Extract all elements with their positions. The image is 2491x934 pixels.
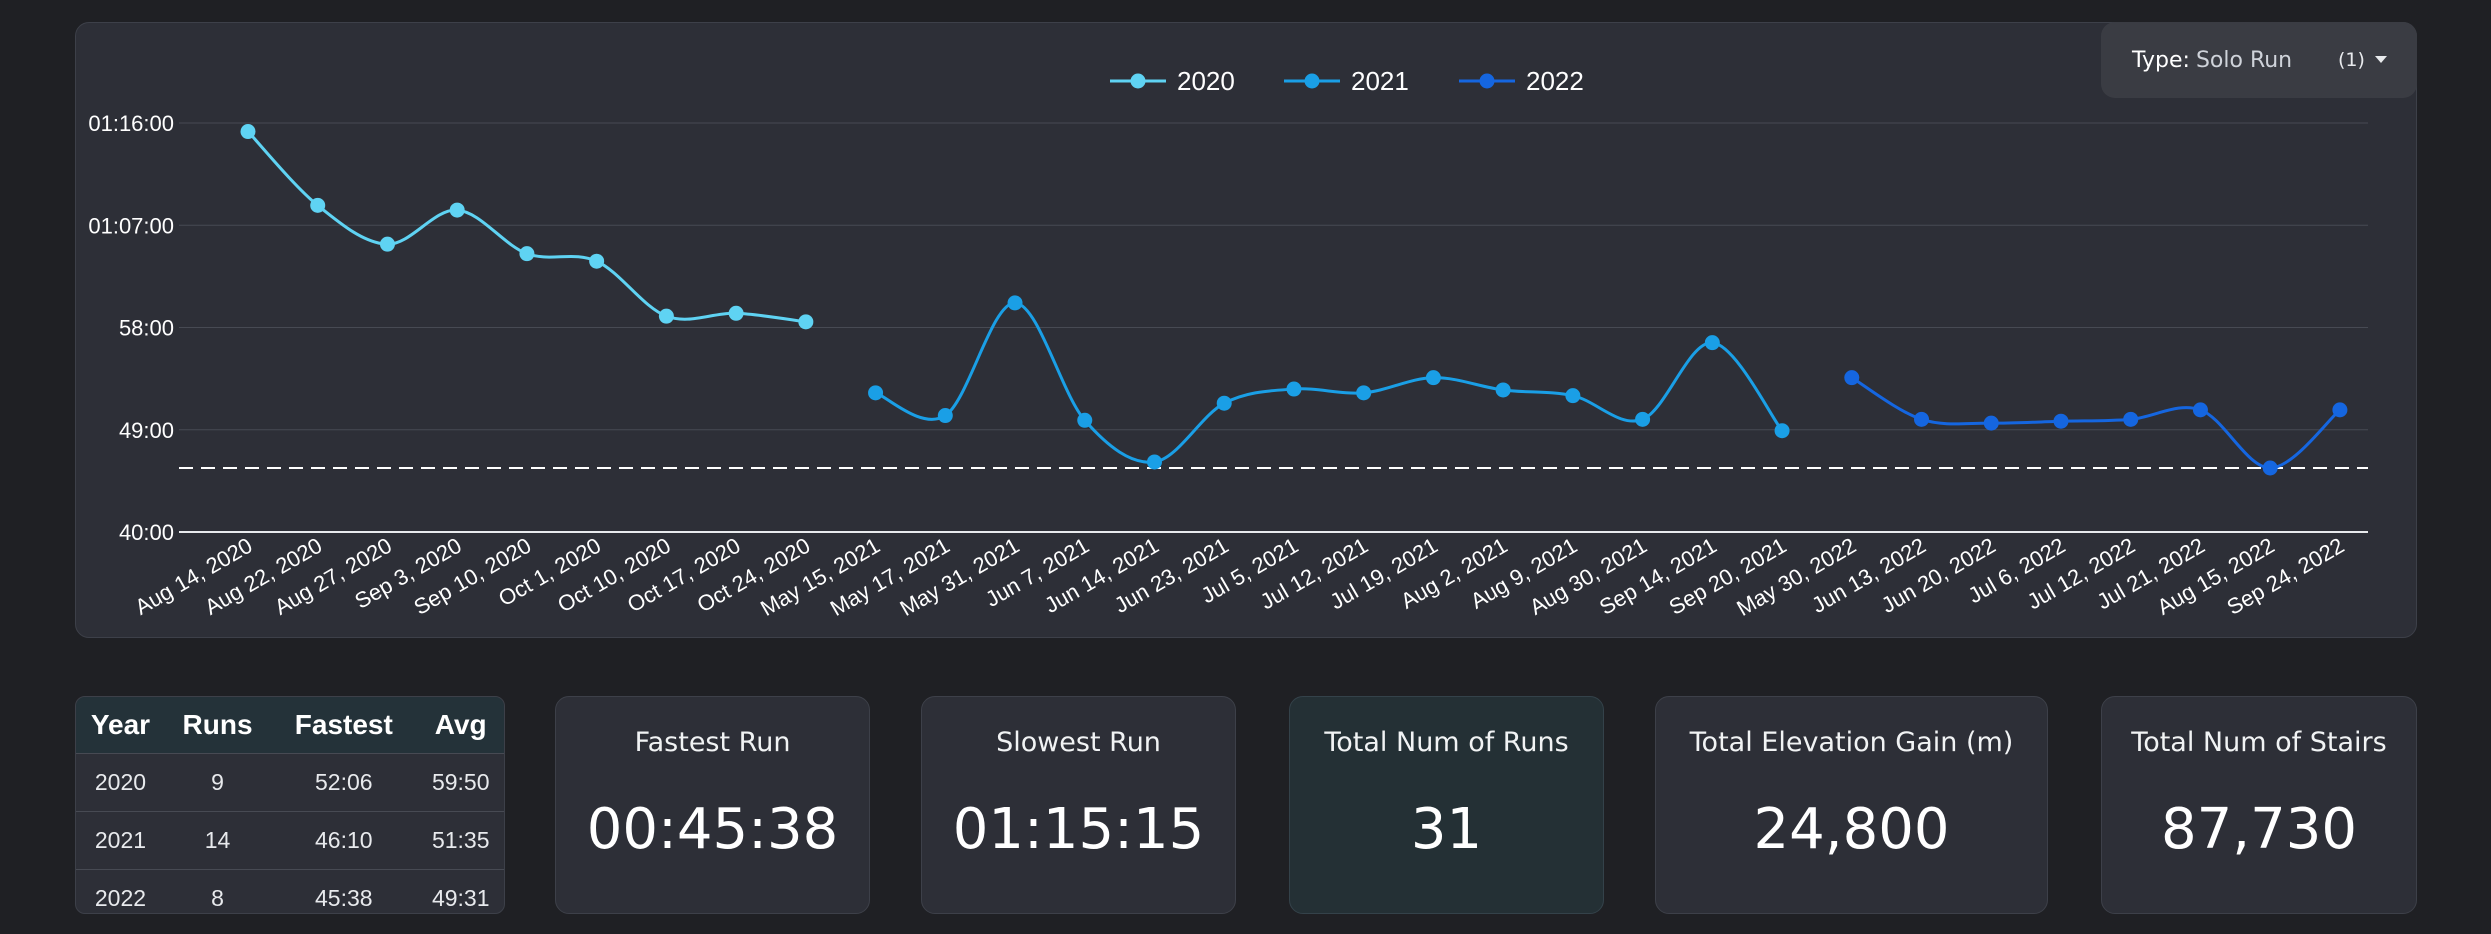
legend-item-2020[interactable]: 2020 [1110,66,1235,96]
series-2021 [868,295,1790,470]
y-tick-label: 49:00 [119,418,174,443]
line-chart: 40:0049:0058:0001:07:0001:16:00Aug 14, 2… [88,66,2368,621]
kpi-card-elevation-gain: Total Elevation Gain (m) 24,800 [1655,696,2048,914]
table-cell-avg: 49:31 [417,869,504,913]
data-point [1914,411,1930,427]
data-point [1146,454,1162,470]
data-point [1704,335,1720,351]
data-point [1635,411,1651,427]
series-line-2021 [874,301,1784,464]
table-cell-runs: 14 [164,811,271,870]
y-tick-label: 58:00 [119,316,174,341]
summary-table: Year Runs Fastest Avg 2020 9 52:06 59:50… [76,697,504,913]
legend-item-2021[interactable]: 2021 [1284,66,1409,96]
data-point [2123,411,2139,427]
table-cell-year: 2020 [76,753,165,812]
kpi-value: 01:15:15 [952,797,1205,862]
kpi-card-total-runs: Total Num of Runs 31 [1289,696,1604,914]
table-cell-runs: 9 [164,753,271,812]
data-point [240,124,256,140]
data-point [1565,388,1581,404]
type-filter-count: (1) [2338,49,2365,71]
type-filter-dropdown[interactable]: Type: Solo Run (1) [2101,22,2417,98]
kpi-card-slowest-run: Slowest Run 01:15:15 [921,696,1236,914]
legend-label: 2020 [1177,66,1235,96]
table-row: 2022 8 45:38 49:31 [76,869,504,913]
table-cell-fastest: 46:10 [270,811,418,870]
data-point [2192,402,2208,418]
type-filter-label: Type: [2132,47,2190,73]
data-point [2332,402,2348,418]
data-point [937,408,953,424]
data-point [2053,413,2069,429]
column-header-year[interactable]: Year [76,697,165,754]
kpi-card-fastest-run: Fastest Run 00:45:38 [555,696,870,914]
table-cell-fastest: 45:38 [270,869,418,913]
data-point [728,305,744,321]
legend-item-2022[interactable]: 2022 [1459,66,1584,96]
column-header-fastest[interactable]: Fastest [270,697,418,754]
legend-label: 2021 [1351,66,1409,96]
table-cell-avg: 59:50 [417,753,504,812]
data-point [1983,415,1999,431]
y-tick-label: 01:07:00 [88,213,174,238]
kpi-card-stairs: Total Num of Stairs 87,730 [2101,696,2417,914]
column-header-avg[interactable]: Avg [417,697,504,754]
kpi-title: Slowest Run [996,727,1161,758]
column-header-runs[interactable]: Runs [164,697,271,754]
data-point [658,308,674,324]
kpi-title: Fastest Run [634,727,791,758]
data-point [868,385,884,401]
y-tick-label: 40:00 [119,520,174,545]
kpi-title: Total Num of Stairs [2131,727,2387,758]
data-point [1774,423,1790,439]
kpi-title: Total Elevation Gain (m) [1689,727,2014,758]
data-point [310,197,326,213]
data-point [1425,370,1441,386]
table-row: 2020 9 52:06 59:50 [76,753,504,812]
table-cell-runs: 8 [164,869,271,913]
series-line-2020 [246,130,807,324]
kpi-value: 00:45:38 [586,797,839,862]
kpi-value: 87,730 [2161,797,2357,862]
data-point [1356,385,1372,401]
kpi-value: 24,800 [1753,797,1950,862]
y-tick-label: 01:16:00 [88,111,174,136]
legend-swatch-marker [1130,73,1146,89]
data-point [2262,460,2278,476]
type-filter-value: Solo Run [2195,47,2293,73]
data-point [1844,370,1860,386]
table-cell-avg: 51:35 [417,811,504,870]
data-point [1495,382,1511,398]
legend-swatch-marker [1479,73,1495,89]
chevron-down-icon [2375,56,2387,63]
table-cell-fastest: 52:06 [270,753,418,812]
data-point [519,246,535,262]
legend-label: 2022 [1526,66,1584,96]
table-header-row: Year Runs Fastest Avg [76,697,504,754]
data-point [379,236,395,252]
kpi-title: Total Num of Runs [1324,727,1569,758]
data-point [1216,395,1232,411]
table-cell-year: 2022 [76,869,165,913]
data-point [589,253,605,269]
series-2022 [1844,370,2348,476]
data-point [1007,295,1023,311]
chart-card: 40:00 49:00 58:00 01:07:00 01:16:00 Aug 14, 2… [75,22,2417,638]
legend-swatch-marker [1304,73,1320,89]
table-row: 2021 14 46:10 51:35 [76,811,504,870]
summary-table-card: Year Runs Fastest Avg 2020 9 52:06 59:50… [75,696,505,914]
table-cell-year: 2021 [76,811,165,870]
x-tick-label: Sep 24, 2022 [2223,533,2349,620]
data-point [1077,412,1093,428]
data-point [1286,381,1302,397]
kpi-value: 31 [1410,797,1483,862]
series-2020 [240,124,814,330]
data-point [798,314,814,330]
data-point [449,202,465,218]
